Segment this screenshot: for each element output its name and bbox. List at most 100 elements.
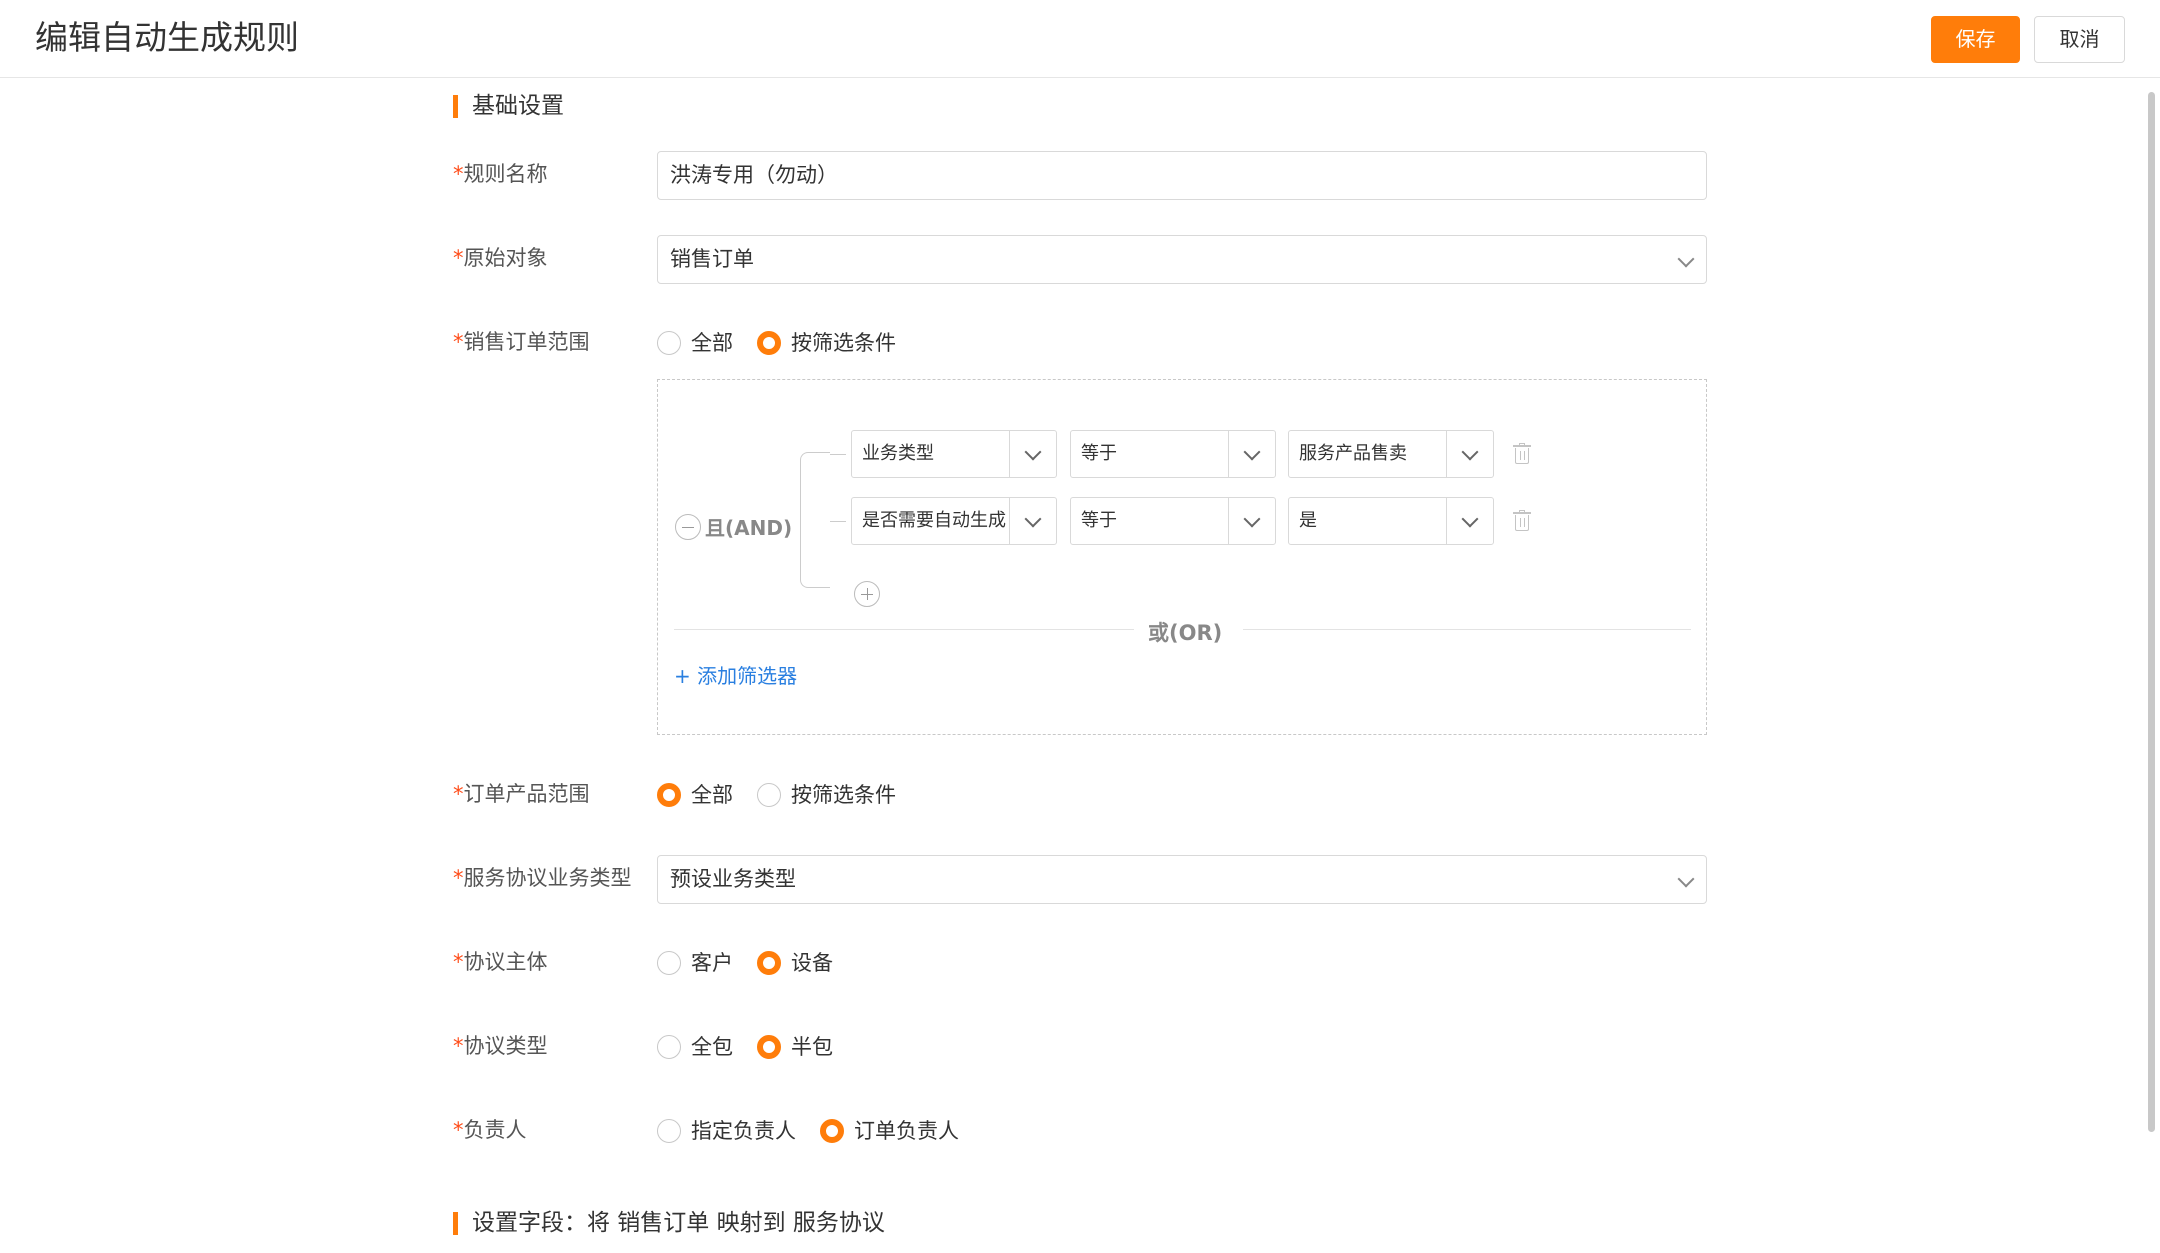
radio-label: 设备 [791, 951, 833, 975]
select-divider [1009, 431, 1010, 477]
subject-label-text: 协议主体 [463, 950, 548, 974]
trash-icon[interactable] [1513, 443, 1531, 465]
service-type-label-text: 服务协议业务类型 [463, 866, 632, 890]
rule-name-input[interactable]: 洪涛专用（勿动） [657, 151, 1707, 200]
required-mark: * [453, 782, 464, 806]
radio-label: 全部 [691, 331, 733, 355]
agreement-type-radio-half[interactable]: 半包 [757, 1033, 833, 1061]
subject-radio-group: 客户 设备 [657, 948, 857, 978]
owner-radio-specified[interactable]: 指定负责人 [657, 1117, 796, 1145]
product-scope-radio-group: 全部 按筛选条件 [657, 780, 920, 810]
radio-checked-icon [757, 951, 781, 975]
radio-label: 全包 [691, 1035, 733, 1059]
radio-checked-icon [757, 331, 781, 355]
rule-name-label-text: 规则名称 [463, 162, 548, 186]
header-bar: 编辑自动生成规则 保存 取消 [0, 0, 2160, 78]
condition-1-field-value: 业务类型 [862, 443, 934, 464]
agreement-type-radio-group: 全包 半包 [657, 1032, 857, 1062]
required-mark: * [453, 246, 464, 270]
condition-2-value: 是 [1299, 510, 1317, 531]
radio-label: 按筛选条件 [791, 331, 896, 355]
service-type-label: *服务协议业务类型 [453, 864, 632, 892]
source-object-select[interactable]: 销售订单 [657, 235, 1707, 284]
condition-1-field-select[interactable]: 业务类型 [851, 430, 1057, 478]
or-divider-right [1243, 629, 1691, 630]
condition-bracket [800, 452, 830, 588]
chevron-down-icon [1677, 250, 1695, 268]
condition-1-value: 服务产品售卖 [1299, 443, 1407, 464]
select-divider [1009, 498, 1010, 544]
source-object-label: *原始对象 [453, 244, 548, 272]
product-scope-radio-all[interactable]: 全部 [657, 781, 733, 809]
required-mark: * [453, 330, 464, 354]
trash-icon[interactable] [1513, 510, 1531, 532]
agreement-type-label-text: 协议类型 [463, 1034, 548, 1058]
bracket-connector [830, 521, 846, 522]
order-scope-radio-group: 全部 按筛选条件 [657, 328, 920, 358]
radio-unchecked-icon [657, 1119, 681, 1143]
radio-checked-icon [820, 1119, 844, 1143]
order-scope-radio-filter[interactable]: 按筛选条件 [757, 329, 896, 357]
chevron-down-icon [1677, 870, 1695, 888]
rule-name-label: *规则名称 [453, 160, 548, 188]
or-label: 或(OR) [1148, 621, 1223, 645]
required-mark: * [453, 866, 464, 890]
and-label: 且(AND) [705, 516, 793, 540]
chevron-down-icon [1461, 510, 1479, 528]
filter-box: 且(AND) 业务类型 等于 服务产品售卖 是否需要自动生成 等于 是 或(OR… [657, 379, 1707, 735]
owner-radio-group: 指定负责人 订单负责人 [657, 1116, 983, 1146]
condition-2-operator-select[interactable]: 等于 [1070, 497, 1276, 545]
required-mark: * [453, 1118, 464, 1142]
condition-2-field-value: 是否需要自动生成 [862, 510, 1006, 531]
owner-label-text: 负责人 [463, 1118, 527, 1142]
required-mark: * [453, 950, 464, 974]
scrollbar[interactable] [2148, 92, 2155, 1132]
condition-2-field-select[interactable]: 是否需要自动生成 [851, 497, 1057, 545]
radio-label: 全部 [691, 783, 733, 807]
order-scope-label-text: 销售订单范围 [463, 330, 590, 354]
owner-label: *负责人 [453, 1116, 527, 1144]
subject-radio-customer[interactable]: 客户 [657, 949, 733, 977]
or-divider-left [674, 629, 1134, 630]
radio-checked-icon [757, 1035, 781, 1059]
radio-label: 按筛选条件 [791, 783, 896, 807]
plus-circle-icon[interactable] [854, 581, 880, 607]
chevron-down-icon [1243, 443, 1261, 461]
agreement-type-radio-full[interactable]: 全包 [657, 1033, 733, 1061]
select-divider [1228, 498, 1229, 544]
radio-unchecked-icon [657, 1035, 681, 1059]
service-type-value: 预设业务类型 [670, 867, 796, 891]
owner-radio-order-owner[interactable]: 订单负责人 [820, 1117, 959, 1145]
order-scope-radio-all[interactable]: 全部 [657, 329, 733, 357]
minus-circle-icon[interactable] [675, 513, 701, 540]
radio-unchecked-icon [657, 331, 681, 355]
add-filter-link[interactable]: + 添加筛选器 [674, 660, 797, 689]
condition-2-value-select[interactable]: 是 [1288, 497, 1494, 545]
radio-label: 客户 [691, 951, 733, 975]
product-scope-radio-filter[interactable]: 按筛选条件 [757, 781, 896, 809]
and-toggle[interactable]: 且(AND) [675, 512, 792, 541]
product-scope-label-text: 订单产品范围 [463, 782, 590, 806]
radio-unchecked-icon [657, 951, 681, 975]
condition-2-operator-value: 等于 [1081, 510, 1117, 531]
radio-label: 半包 [791, 1035, 833, 1059]
chevron-down-icon [1243, 510, 1261, 528]
radio-unchecked-icon [757, 783, 781, 807]
chevron-down-icon [1024, 510, 1042, 528]
condition-1-operator-select[interactable]: 等于 [1070, 430, 1276, 478]
select-divider [1228, 431, 1229, 477]
service-type-select[interactable]: 预设业务类型 [657, 855, 1707, 904]
bracket-connector [830, 454, 846, 455]
subject-label: *协议主体 [453, 948, 548, 976]
required-mark: * [453, 162, 464, 186]
cancel-button[interactable]: 取消 [2034, 16, 2125, 63]
radio-label: 订单负责人 [854, 1119, 959, 1143]
save-button[interactable]: 保存 [1931, 16, 2020, 63]
section-title-basic: 基础设置 [453, 91, 564, 121]
source-object-label-text: 原始对象 [463, 246, 548, 270]
condition-1-value-select[interactable]: 服务产品售卖 [1288, 430, 1494, 478]
chevron-down-icon [1461, 443, 1479, 461]
subject-radio-device[interactable]: 设备 [757, 949, 833, 977]
radio-label: 指定负责人 [691, 1119, 796, 1143]
condition-1-operator-value: 等于 [1081, 443, 1117, 464]
